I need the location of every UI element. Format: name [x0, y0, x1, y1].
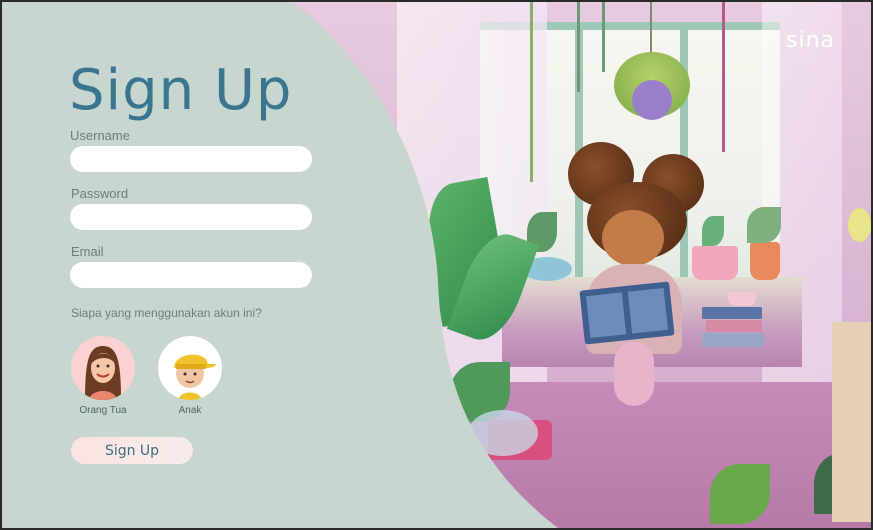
email-label: Email	[71, 244, 104, 259]
brand-logo: sina	[786, 28, 835, 53]
role-label-parent: Orang Tua	[79, 405, 127, 416]
username-label: Username	[70, 128, 130, 143]
role-label-child: Anak	[178, 405, 202, 416]
sign-up-button[interactable]: Sign Up	[71, 437, 193, 464]
role-option-child[interactable]	[158, 336, 222, 400]
page-title: Sign Up	[69, 58, 293, 123]
account-user-question: Siapa yang menggunakan akun ini?	[71, 306, 262, 320]
password-label: Password	[71, 186, 129, 201]
role-option-parent[interactable]	[71, 336, 135, 400]
woman-avatar-icon	[85, 346, 121, 400]
email-field[interactable]	[70, 262, 312, 288]
password-field[interactable]	[70, 204, 312, 230]
username-field[interactable]	[70, 146, 312, 172]
boy-avatar-icon	[174, 354, 216, 400]
signup-screen: sina Sign Up Username Password Email Sia…	[2, 2, 871, 528]
